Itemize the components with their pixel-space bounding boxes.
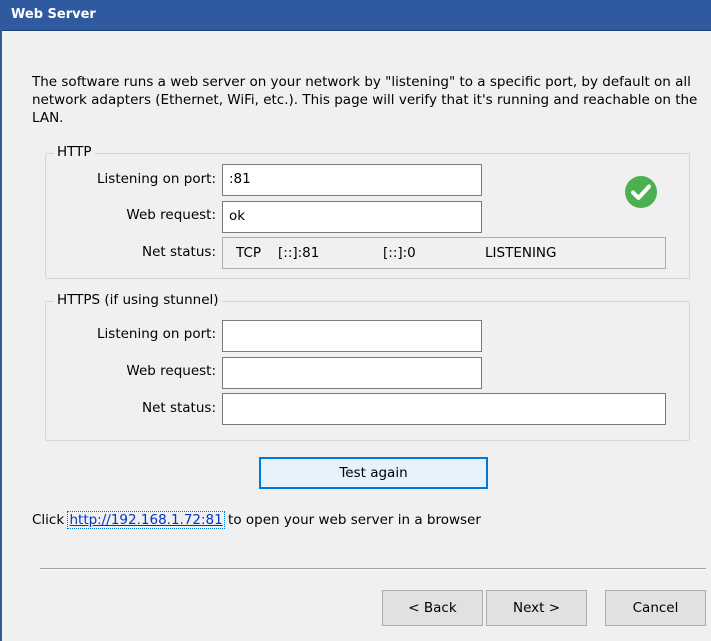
https-port-label: Listening on port:	[97, 326, 216, 342]
window-title: Web Server	[11, 7, 96, 22]
intro-text: The software runs a web server on your n…	[32, 74, 698, 126]
http-request-field[interactable]: ok	[222, 201, 482, 233]
http-group-legend: HTTP	[54, 144, 95, 160]
net-status-state: LISTENING	[485, 245, 557, 261]
https-group: HTTPS (if using stunnel) Listening on po…	[45, 292, 690, 441]
https-net-label: Net status:	[141, 400, 216, 416]
https-net-status-field[interactable]	[222, 393, 666, 425]
title-bar: Web Server	[0, 0, 711, 31]
http-net-status-field: TCP [::]:81 [::]:0 LISTENING	[222, 237, 666, 269]
window-border	[0, 30, 2, 641]
check-circle-icon	[625, 176, 657, 208]
net-status-protocol: TCP	[236, 245, 262, 261]
http-request-label: Web request:	[126, 207, 216, 223]
http-group: HTTP Listening on port: :81 Web request:…	[45, 144, 690, 279]
net-status-local: [::]:81	[278, 245, 320, 261]
server-url-link[interactable]: http://192.168.1.72:81	[67, 511, 225, 529]
https-request-field[interactable]	[222, 357, 482, 389]
http-port-field[interactable]: :81	[222, 164, 482, 196]
https-group-legend: HTTPS (if using stunnel)	[54, 292, 222, 308]
https-port-field[interactable]	[222, 320, 482, 352]
divider	[40, 568, 706, 570]
http-net-label: Net status:	[141, 244, 216, 260]
link-suffix: to open your web server in a browser	[223, 512, 481, 528]
test-again-button[interactable]: Test again	[259, 457, 488, 489]
net-status-foreign: [::]:0	[383, 245, 416, 261]
http-port-label: Listening on port:	[97, 171, 216, 187]
cancel-button[interactable]: Cancel	[605, 590, 706, 626]
link-prefix: Click	[32, 512, 69, 528]
link-line: Click http://192.168.1.72:81 to open you…	[32, 511, 481, 529]
back-button[interactable]: < Back	[382, 590, 483, 626]
https-request-label: Web request:	[126, 363, 216, 379]
next-button[interactable]: Next >	[486, 590, 587, 626]
